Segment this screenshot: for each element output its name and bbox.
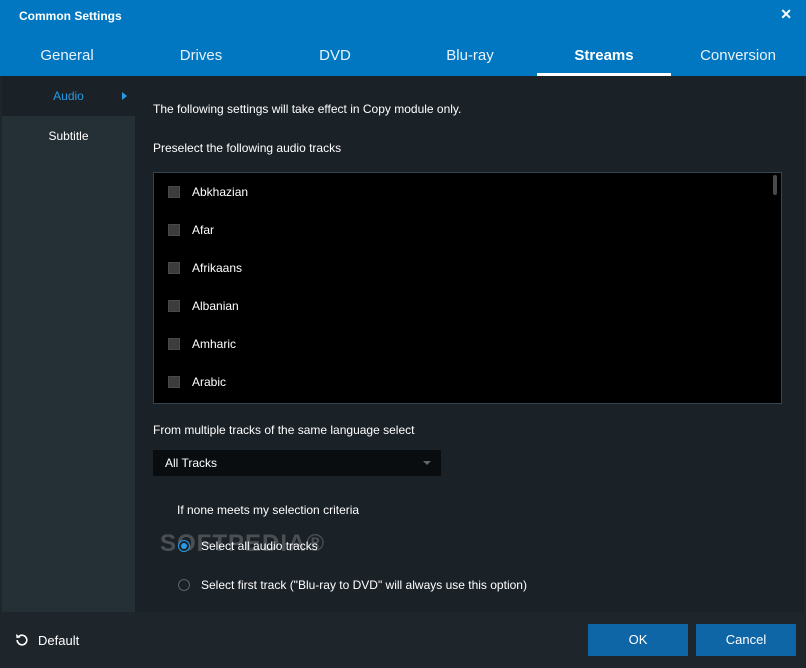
list-item-label: Afrikaans: [192, 261, 243, 275]
checkbox[interactable]: [168, 224, 180, 236]
close-icon[interactable]: ✕: [780, 6, 792, 23]
radio-select-first[interactable]: Select first track ("Blu-ray to DVD" wil…: [178, 575, 527, 595]
copy-module-note: The following settings will take effect …: [153, 102, 462, 116]
list-item-label: Amharic: [192, 337, 237, 351]
none-meets-label: If none meets my selection criteria: [177, 503, 360, 517]
tab-streams[interactable]: Streams: [537, 40, 671, 76]
radio-button[interactable]: [178, 540, 190, 552]
checkbox[interactable]: [168, 376, 180, 388]
default-label: Default: [38, 632, 80, 648]
dropdown-value: All Tracks: [165, 456, 218, 470]
sidebar: Audio Subtitle: [2, 76, 135, 612]
title-bar: Common Settings ✕ General Drives DVD Blu…: [0, 0, 806, 76]
list-item[interactable]: Afrikaans: [168, 258, 242, 278]
checkbox[interactable]: [168, 262, 180, 274]
list-item-label: Arabic: [192, 375, 227, 389]
list-scrollbar[interactable]: [773, 175, 777, 195]
checkbox[interactable]: [168, 338, 180, 350]
track-select-dropdown[interactable]: All Tracks: [153, 450, 441, 476]
sidebar-item-subtitle[interactable]: Subtitle: [2, 116, 135, 156]
audio-track-list[interactable]: Abkhazian Afar Afrikaans Albanian Amhari…: [153, 172, 782, 404]
radio-label: Select all audio tracks: [201, 539, 318, 553]
tab-drives[interactable]: Drives: [134, 40, 268, 76]
list-item-label: Afar: [192, 223, 215, 237]
tab-conversion[interactable]: Conversion: [671, 40, 805, 76]
list-item[interactable]: Abkhazian: [168, 182, 248, 202]
radio-button[interactable]: [178, 579, 190, 591]
tab-bluray[interactable]: Blu-ray: [403, 40, 537, 76]
window-title: Common Settings: [19, 9, 122, 23]
checkbox[interactable]: [168, 186, 180, 198]
checkbox[interactable]: [168, 300, 180, 312]
default-button[interactable]: Default: [14, 632, 79, 648]
list-item[interactable]: Arabic: [168, 372, 226, 392]
preselect-label: Preselect the following audio tracks: [153, 141, 342, 155]
reset-icon: [16, 634, 28, 646]
list-item-label: Albanian: [192, 299, 239, 313]
chevron-down-icon: [423, 461, 431, 465]
settings-panel: The following settings will take effect …: [135, 76, 804, 612]
sidebar-item-label: Subtitle: [48, 129, 89, 143]
caret-right-icon: [122, 92, 127, 100]
cancel-button[interactable]: Cancel: [696, 624, 796, 656]
tab-general[interactable]: General: [0, 40, 134, 76]
list-item[interactable]: Amharic: [168, 334, 236, 354]
multiple-tracks-label: From multiple tracks of the same languag…: [153, 423, 415, 437]
list-item[interactable]: Albanian: [168, 296, 239, 316]
radio-label: Select first track ("Blu-ray to DVD" wil…: [201, 578, 527, 592]
tab-bar: General Drives DVD Blu-ray Streams Conve…: [0, 40, 806, 76]
radio-select-all[interactable]: Select all audio tracks: [178, 536, 318, 556]
tab-dvd[interactable]: DVD: [268, 40, 402, 76]
sidebar-item-audio[interactable]: Audio: [2, 76, 135, 116]
footer: Default OK Cancel: [0, 612, 806, 668]
list-item[interactable]: Afar: [168, 220, 214, 240]
sidebar-item-label: Audio: [53, 89, 84, 103]
list-item-label: Abkhazian: [192, 185, 249, 199]
ok-button[interactable]: OK: [588, 624, 688, 656]
